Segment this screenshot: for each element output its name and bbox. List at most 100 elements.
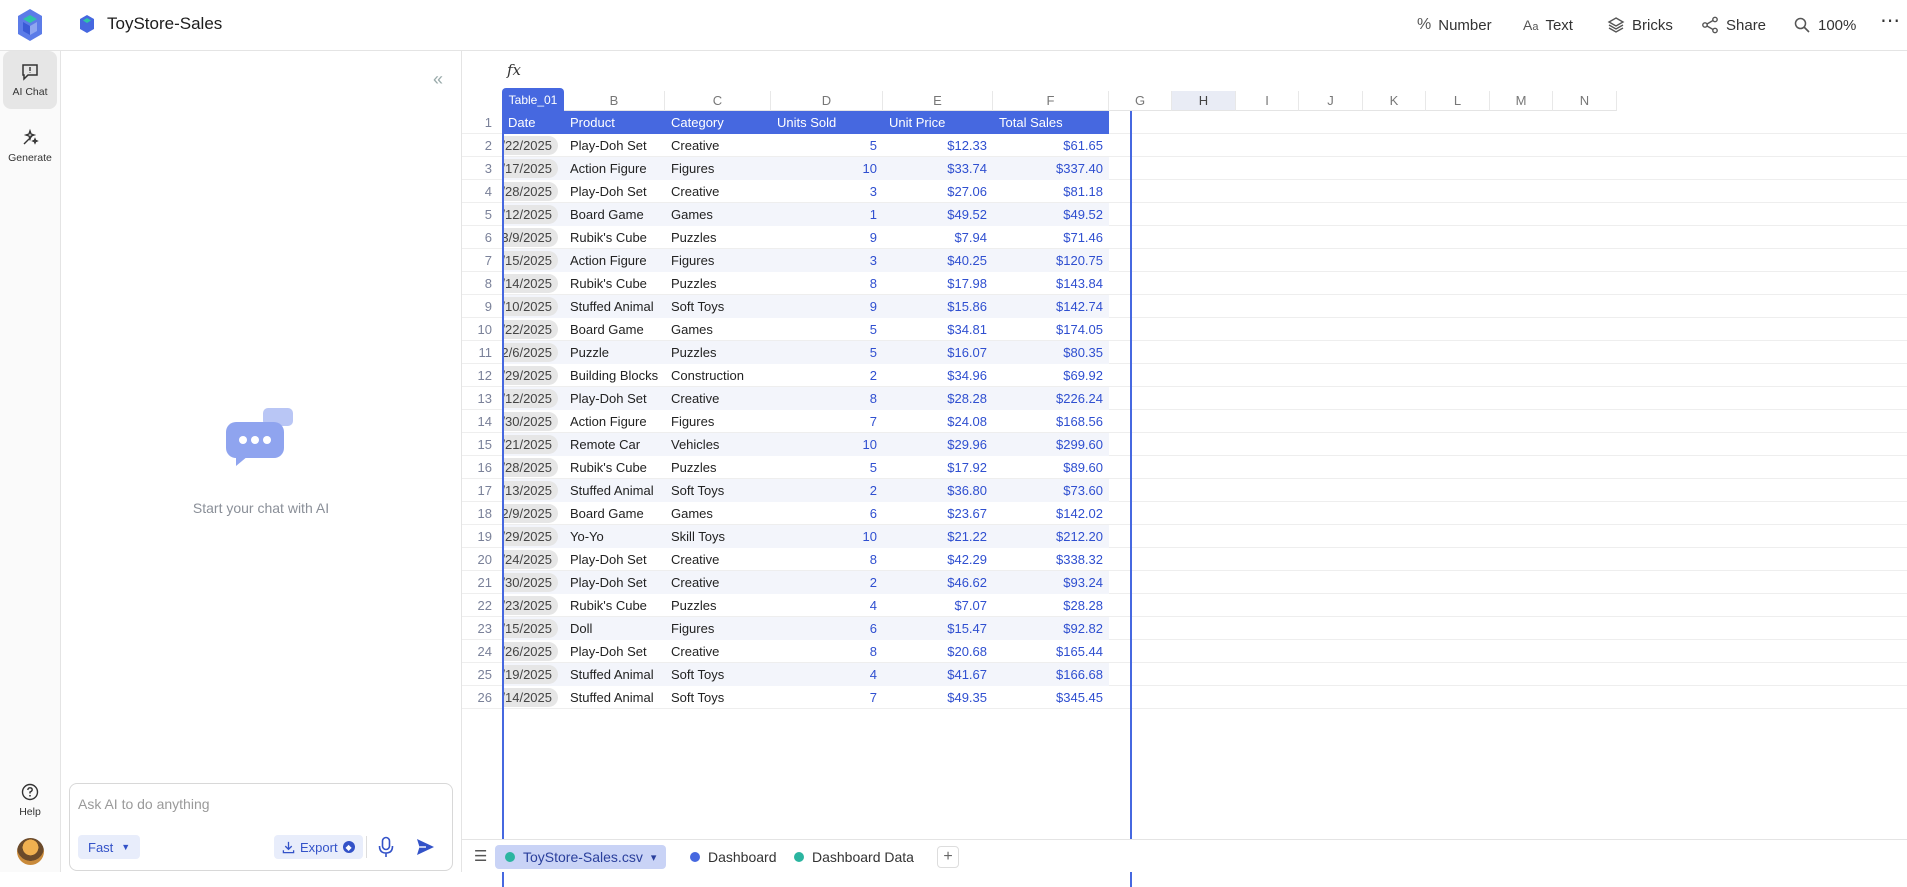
table-cell[interactable]: Play-Doh Set (564, 387, 665, 410)
column-header-h[interactable]: H (1172, 91, 1236, 111)
table-cell[interactable]: $212.20 (993, 525, 1109, 548)
header-cell[interactable]: Category (665, 111, 771, 134)
table-cell[interactable]: Action Figure (564, 249, 665, 272)
table-cell[interactable]: $143.84 (993, 272, 1109, 295)
column-header-l[interactable]: L (1426, 91, 1490, 111)
table-cell[interactable]: 1/26/2025 (502, 640, 564, 663)
table-cell[interactable]: 6/22/2025 (502, 134, 564, 157)
column-header-d[interactable]: D (771, 91, 883, 111)
table-cell[interactable]: 6 (771, 502, 883, 525)
table-cell[interactable]: $29.96 (883, 433, 993, 456)
table-cell[interactable]: $36.80 (883, 479, 993, 502)
table-cell[interactable]: 3 (771, 249, 883, 272)
sheet-tab[interactable]: ToyStore-Sales.csv ▾ (495, 845, 667, 869)
table-cell[interactable]: Stuffed Animal (564, 295, 665, 318)
table-cell[interactable]: Construction (665, 364, 771, 387)
table-cell[interactable]: Rubik's Cube (564, 226, 665, 249)
column-header-g[interactable]: G (1109, 91, 1172, 111)
table-cell[interactable]: 4 (771, 663, 883, 686)
table-cell[interactable]: $40.25 (883, 249, 993, 272)
table-cell[interactable]: $34.96 (883, 364, 993, 387)
more-options-icon[interactable]: ⋯ (1880, 9, 1900, 32)
table-cell[interactable]: Action Figure (564, 410, 665, 433)
table-cell[interactable]: Figures (665, 617, 771, 640)
table-cell[interactable]: Remote Car (564, 433, 665, 456)
table-cell[interactable]: Vehicles (665, 433, 771, 456)
table-cell[interactable]: $33.74 (883, 157, 993, 180)
row-number[interactable]: 21 (462, 571, 502, 594)
bricks-button[interactable]: Bricks (1607, 14, 1673, 36)
table-name-tab[interactable]: Table_01 (502, 88, 564, 111)
table-cell[interactable]: $69.92 (993, 364, 1109, 387)
table-cell[interactable]: Games (665, 502, 771, 525)
microphone-icon[interactable] (376, 836, 396, 858)
table-cell[interactable]: 10 (771, 433, 883, 456)
row-number[interactable]: 8 (462, 272, 502, 295)
table-cell[interactable]: $142.02 (993, 502, 1109, 525)
table-cell[interactable]: Play-Doh Set (564, 134, 665, 157)
table-cell[interactable]: Figures (665, 410, 771, 433)
table-cell[interactable]: 5 (771, 341, 883, 364)
table-cell[interactable]: 5 (771, 456, 883, 479)
table-cell[interactable]: Soft Toys (665, 295, 771, 318)
table-cell[interactable]: Doll (564, 617, 665, 640)
table-cell[interactable]: 10 (771, 525, 883, 548)
table-cell[interactable]: 4/28/2025 (502, 180, 564, 203)
table-cell[interactable]: 4 (771, 594, 883, 617)
table-cell[interactable]: Puzzles (665, 272, 771, 295)
column-header-m[interactable]: M (1490, 91, 1553, 111)
table-cell[interactable]: $299.60 (993, 433, 1109, 456)
table-cell[interactable]: $20.68 (883, 640, 993, 663)
table-cell[interactable]: 7/12/2025 (502, 203, 564, 226)
table-cell[interactable]: 8 (771, 272, 883, 295)
column-header-c[interactable]: C (665, 91, 771, 111)
table-cell[interactable]: Creative (665, 134, 771, 157)
table-cell[interactable]: Skill Toys (665, 525, 771, 548)
table-cell[interactable]: $93.24 (993, 571, 1109, 594)
table-cell[interactable]: $81.18 (993, 180, 1109, 203)
share-button[interactable]: Share (1701, 14, 1766, 36)
row-number[interactable]: 20 (462, 548, 502, 571)
table-cell[interactable]: Creative (665, 548, 771, 571)
table-cell[interactable]: 3/14/2025 (502, 686, 564, 709)
table-cell[interactable]: 3/30/2025 (502, 571, 564, 594)
table-cell[interactable]: Rubik's Cube (564, 272, 665, 295)
table-cell[interactable]: Figures (665, 249, 771, 272)
table-cell[interactable]: 3/29/2025 (502, 525, 564, 548)
column-header-n[interactable]: N (1553, 91, 1617, 111)
table-cell[interactable]: Puzzles (665, 456, 771, 479)
row-number[interactable]: 13 (462, 387, 502, 410)
column-header-b[interactable]: B (564, 91, 665, 111)
row-number[interactable]: 1 (462, 111, 502, 134)
table-cell[interactable]: 5/21/2025 (502, 433, 564, 456)
table-cell[interactable]: Creative (665, 387, 771, 410)
header-cell[interactable]: Unit Price (883, 111, 993, 134)
table-cell[interactable]: $49.52 (883, 203, 993, 226)
table-cell[interactable]: $61.65 (993, 134, 1109, 157)
table-cell[interactable]: $21.22 (883, 525, 993, 548)
collapse-panel-icon[interactable]: « (433, 69, 443, 90)
table-cell[interactable]: $7.94 (883, 226, 993, 249)
table-cell[interactable]: $42.29 (883, 548, 993, 571)
number-format-button[interactable]: % Number (1417, 14, 1492, 36)
row-number[interactable]: 19 (462, 525, 502, 548)
table-cell[interactable]: $34.81 (883, 318, 993, 341)
table-cell[interactable]: 3/19/2025 (502, 663, 564, 686)
row-number[interactable]: 11 (462, 341, 502, 364)
table-cell[interactable]: $7.07 (883, 594, 993, 617)
row-number[interactable]: 12 (462, 364, 502, 387)
table-cell[interactable]: $166.68 (993, 663, 1109, 686)
table-cell[interactable]: 7/15/2025 (502, 249, 564, 272)
header-cell[interactable]: Date (502, 111, 564, 134)
caret-down-icon[interactable]: ▾ (651, 851, 657, 864)
row-number[interactable]: 6 (462, 226, 502, 249)
table-cell[interactable]: 1/22/2025 (502, 318, 564, 341)
table-cell[interactable]: $17.92 (883, 456, 993, 479)
table-cell[interactable]: 2/28/2025 (502, 456, 564, 479)
zoom-button[interactable]: 100% (1793, 14, 1856, 36)
sheet-tab[interactable]: Dashboard (680, 845, 787, 869)
row-number[interactable]: 4 (462, 180, 502, 203)
table-cell[interactable]: $17.98 (883, 272, 993, 295)
table-cell[interactable]: Creative (665, 640, 771, 663)
table-cell[interactable]: $41.67 (883, 663, 993, 686)
